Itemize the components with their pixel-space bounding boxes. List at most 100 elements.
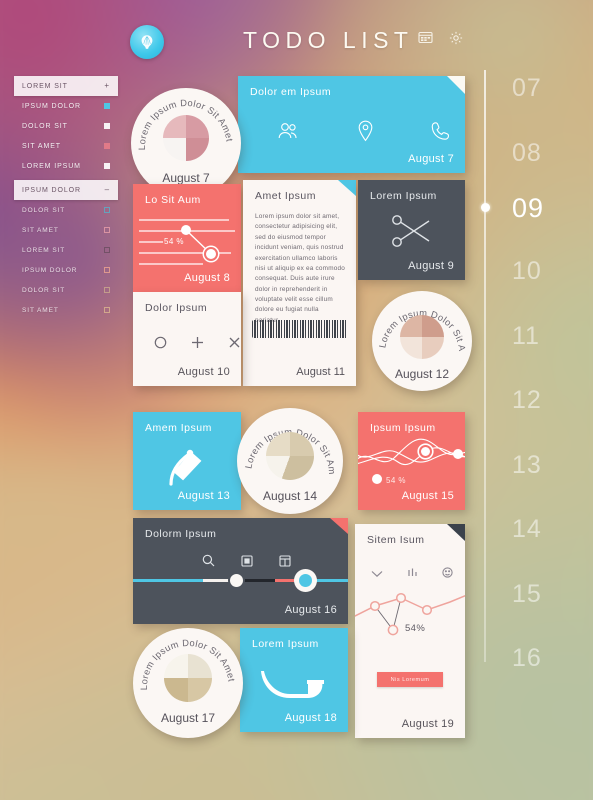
calendar-icon[interactable] bbox=[418, 31, 433, 50]
sidebar-subitem-ipsum-dolor[interactable]: IPSUM DOLOR bbox=[14, 260, 118, 280]
timeline-day-13[interactable]: 13 bbox=[512, 451, 542, 480]
scissors-icon bbox=[390, 212, 434, 255]
header-actions bbox=[418, 31, 463, 50]
card-aug17-circle[interactable]: Lorem Ipsum Dolor Sit Amet August 17 bbox=[133, 628, 243, 738]
sidebar-menu: LOREM SIT + IPSUM DOLOR DOLOR SIT SIT AM… bbox=[14, 76, 118, 320]
image-icon[interactable] bbox=[241, 554, 253, 572]
sidebar-group-header-1[interactable]: LOREM SIT + bbox=[14, 76, 118, 96]
data-point[interactable] bbox=[453, 449, 463, 459]
timeline-day-07[interactable]: 07 bbox=[512, 74, 542, 103]
data-point-active[interactable] bbox=[419, 445, 432, 458]
layout-icon[interactable] bbox=[279, 554, 291, 572]
card-date: August 14 bbox=[262, 489, 318, 503]
line-chart bbox=[355, 592, 465, 636]
card-title: Lorem Ipsum bbox=[252, 638, 319, 650]
phone-icon[interactable] bbox=[431, 121, 450, 146]
status-chip bbox=[104, 207, 110, 213]
card-date: August 15 bbox=[401, 490, 454, 502]
percent-label: 54% bbox=[405, 623, 426, 634]
card-icons bbox=[276, 120, 450, 147]
smiley-icon[interactable] bbox=[442, 565, 453, 583]
card-aug9-dark[interactable]: Lorem Ipsum August 9 bbox=[358, 180, 465, 280]
card-date: August 16 bbox=[284, 604, 337, 616]
status-chip bbox=[104, 227, 110, 233]
sidebar-item-label: DOLOR SIT bbox=[22, 286, 66, 294]
card-aug14-circle[interactable]: Lorem Ipsum Dolor Sit Amet August 14 bbox=[237, 408, 343, 514]
action-button[interactable]: Nis Loremum bbox=[377, 672, 443, 687]
card-aug10-white[interactable]: Dolor Ipsum August 10 bbox=[133, 292, 241, 386]
sidebar-item-ipsum-dolor[interactable]: IPSUM DOLOR bbox=[14, 96, 118, 116]
sidebar-item-label: SIT AMET bbox=[22, 226, 59, 234]
card-aug7-circle[interactable]: Lorem Ipsum Dolor Sit Amet August 7 bbox=[131, 88, 241, 198]
stats-icon[interactable] bbox=[407, 565, 418, 583]
sidebar-item-label: LOREM IPSUM bbox=[22, 162, 81, 170]
timeline-day-09[interactable]: 09 bbox=[512, 193, 544, 224]
card-aug16-dark[interactable]: Dolorm Ipsum August 16 bbox=[133, 518, 348, 624]
percent-label: 54 % bbox=[164, 237, 184, 246]
chevron-down-icon[interactable] bbox=[371, 565, 383, 583]
data-point[interactable] bbox=[372, 474, 382, 484]
folded-corner-icon bbox=[330, 518, 348, 534]
circle-icon[interactable] bbox=[154, 336, 167, 354]
card-aug11-text[interactable]: Amet Ipsum Lorem ipsum dolor sit amet, c… bbox=[243, 180, 356, 386]
slider-handle-right-dot[interactable] bbox=[299, 574, 312, 587]
timeline-track[interactable] bbox=[484, 70, 486, 662]
card-date: August 7 bbox=[408, 153, 454, 165]
expand-marker-icon: + bbox=[104, 81, 110, 90]
plus-icon[interactable] bbox=[191, 336, 204, 354]
users-icon[interactable] bbox=[276, 121, 300, 146]
card-aug8-red[interactable]: Lo Sit Aum 54 % August 8 bbox=[133, 184, 241, 292]
sidebar-subitem-sit-amet-2[interactable]: SIT AMET bbox=[14, 300, 118, 320]
timeline-day-16[interactable]: 16 bbox=[512, 644, 542, 673]
data-point-active[interactable] bbox=[204, 247, 218, 261]
close-icon[interactable] bbox=[228, 336, 241, 354]
card-aug19-chart[interactable]: Sitem Isum 54% Nis Loremum August 19 bbox=[355, 524, 465, 738]
card-date: August 8 bbox=[184, 272, 230, 284]
sidebar-subitem-dolor-sit-2[interactable]: DOLOR SIT bbox=[14, 280, 118, 300]
location-pin-icon[interactable] bbox=[357, 120, 374, 147]
sidebar-subitem-sit-amet[interactable]: SIT AMET bbox=[14, 220, 118, 240]
folded-corner-icon bbox=[447, 524, 465, 541]
sidebar-group-header-2[interactable]: IPSUM DOLOR – bbox=[14, 180, 118, 200]
card-aug13-blue[interactable]: Amem Ipsum August 13 bbox=[133, 412, 241, 510]
sidebar-subitem-lorem-sit[interactable]: LOREM SIT bbox=[14, 240, 118, 260]
percent-label: 54 % bbox=[386, 476, 406, 485]
app-header: TODO LIST bbox=[0, 0, 593, 72]
sidebar-item-label: DOLOR SIT bbox=[22, 122, 68, 130]
timeline-day-12[interactable]: 12 bbox=[512, 386, 542, 415]
timeline-marker[interactable] bbox=[480, 203, 490, 212]
sidebar-item-dolor-sit[interactable]: DOLOR SIT bbox=[14, 116, 118, 136]
card-date: August 18 bbox=[284, 712, 337, 724]
sidebar-item-label: DOLOR SIT bbox=[22, 206, 66, 214]
pie-chart bbox=[266, 432, 314, 480]
sidebar-item-lorem-ipsum[interactable]: LOREM IPSUM bbox=[14, 156, 118, 176]
timeline-day-15[interactable]: 15 bbox=[512, 580, 542, 609]
timeline-day-11[interactable]: 11 bbox=[512, 322, 540, 351]
data-point[interactable] bbox=[181, 225, 191, 235]
slider-track-left[interactable] bbox=[133, 579, 203, 582]
card-aug15-red[interactable]: Ipsum Ipsum 54 % August 15 bbox=[358, 412, 465, 510]
card-aug7-blue[interactable]: Dolor em Ipsum August 7 bbox=[238, 76, 465, 173]
app-logo[interactable] bbox=[130, 25, 164, 59]
status-chip bbox=[104, 163, 110, 169]
sidebar-group-label: LOREM SIT bbox=[22, 82, 68, 90]
card-title: Amem Ipsum bbox=[145, 422, 212, 434]
pie-chart bbox=[164, 654, 212, 702]
status-chip bbox=[104, 267, 110, 273]
folded-corner-icon bbox=[338, 180, 356, 196]
timeline-day-08[interactable]: 08 bbox=[512, 139, 542, 168]
timeline-day-14[interactable]: 14 bbox=[512, 515, 542, 544]
card-aug12-circle[interactable]: Lorem Ipsum Dolor Sit Amet August 12 bbox=[372, 291, 472, 391]
card-title: Dolorm Ipsum bbox=[145, 528, 217, 540]
sidebar-subitem-dolor-sit[interactable]: DOLOR SIT bbox=[14, 200, 118, 220]
gear-icon[interactable] bbox=[449, 31, 463, 50]
timeline-day-10[interactable]: 10 bbox=[512, 257, 542, 286]
status-chip bbox=[104, 123, 110, 129]
slider-handle-left[interactable] bbox=[228, 572, 245, 589]
sidebar-item-sit-amet[interactable]: SIT AMET bbox=[14, 136, 118, 156]
card-aug18-blue[interactable]: Lorem Ipsum August 18 bbox=[240, 628, 348, 732]
shell-logo-icon bbox=[137, 32, 157, 52]
status-chip bbox=[104, 247, 110, 253]
card-date: August 7 bbox=[162, 171, 210, 185]
search-icon[interactable] bbox=[202, 554, 215, 572]
